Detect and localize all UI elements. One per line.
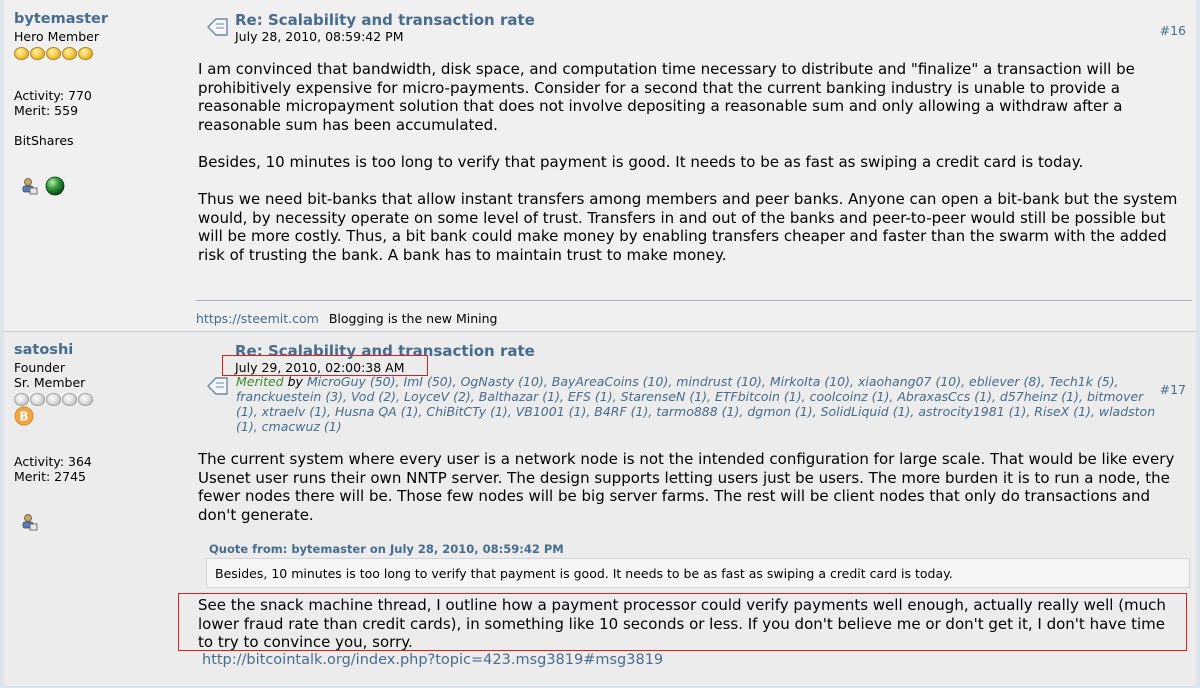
merit-count: Merit: 2745 bbox=[14, 469, 86, 484]
merited-by: by bbox=[287, 374, 303, 389]
highlight-box-date bbox=[222, 355, 428, 376]
star-icon bbox=[62, 47, 77, 60]
star-icon bbox=[46, 47, 61, 60]
post-paragraph: The current system where every user is a… bbox=[198, 450, 1175, 524]
message-number-link[interactable]: #17 bbox=[1160, 382, 1186, 397]
post-paragraph: Besides, 10 minutes is too long to verif… bbox=[198, 152, 1084, 171]
star-icon bbox=[78, 393, 93, 406]
quote-block: Besides, 10 minutes is too long to verif… bbox=[206, 558, 1190, 588]
post-subject-link[interactable]: Re: Scalability and transaction rate bbox=[235, 11, 535, 29]
star-icon bbox=[62, 393, 77, 406]
message-icon bbox=[207, 18, 228, 36]
message-url-link[interactable]: http://bitcointalk.org/index.php?topic=4… bbox=[202, 652, 663, 668]
star-icon bbox=[14, 47, 29, 60]
rank-stars bbox=[14, 393, 93, 406]
star-icon bbox=[46, 393, 61, 406]
post-16: bytemaster Hero Member Activity: 770 Mer… bbox=[4, 0, 1196, 332]
custom-title: BitShares bbox=[14, 133, 74, 148]
activity-count: Activity: 770 bbox=[14, 88, 92, 103]
signature-divider bbox=[196, 300, 1192, 301]
signature: https://steemit.com Blogging is the new M… bbox=[196, 311, 497, 326]
signature-link[interactable]: https://steemit.com bbox=[196, 311, 319, 326]
profile-icon[interactable] bbox=[20, 177, 38, 195]
merited-users[interactable]: MicroGuy (50), ImI (50), OgNasty (10), B… bbox=[236, 374, 1155, 434]
author-name-link[interactable]: satoshi bbox=[14, 342, 73, 358]
post-paragraph: Thus we need bit-banks that allow instan… bbox=[198, 190, 1178, 264]
user-role: Founder bbox=[14, 360, 66, 375]
post-date: July 28, 2010, 08:59:42 PM bbox=[235, 29, 404, 44]
post-paragraph: I am convinced that bandwidth, disk spac… bbox=[198, 60, 1135, 134]
post-17: satoshi Founder Sr. Member B Activity: 3… bbox=[4, 332, 1196, 686]
user-rank: Hero Member bbox=[14, 29, 99, 44]
rank-stars bbox=[14, 47, 93, 60]
user-rank: Sr. Member bbox=[14, 375, 86, 390]
website-globe-icon[interactable] bbox=[45, 176, 65, 196]
highlight-box-reply bbox=[178, 593, 1187, 651]
svg-text:B: B bbox=[19, 410, 28, 424]
message-icon bbox=[207, 377, 228, 395]
signature-text: Blogging is the new Mining bbox=[328, 311, 498, 326]
quote-header-link[interactable]: Quote from: bytemaster on July 28, 2010,… bbox=[209, 542, 564, 556]
author-name-link[interactable]: bytemaster bbox=[14, 11, 108, 27]
post-body: I am convinced that bandwidth, disk spac… bbox=[198, 60, 1178, 283]
message-number-link[interactable]: #16 bbox=[1160, 23, 1186, 38]
activity-count: Activity: 364 bbox=[14, 454, 92, 469]
star-icon bbox=[14, 393, 29, 406]
star-icon bbox=[30, 47, 45, 60]
star-icon bbox=[30, 393, 45, 406]
post-body: The current system where every user is a… bbox=[198, 450, 1178, 543]
profile-icon[interactable] bbox=[20, 513, 38, 531]
merited-label: Merited bbox=[236, 374, 284, 389]
bitcoin-icon: B bbox=[14, 406, 34, 426]
star-icon bbox=[78, 47, 93, 60]
merit-count: Merit: 559 bbox=[14, 103, 79, 118]
merited-list: Merited by MicroGuy (50), ImI (50), OgNa… bbox=[236, 374, 1156, 434]
